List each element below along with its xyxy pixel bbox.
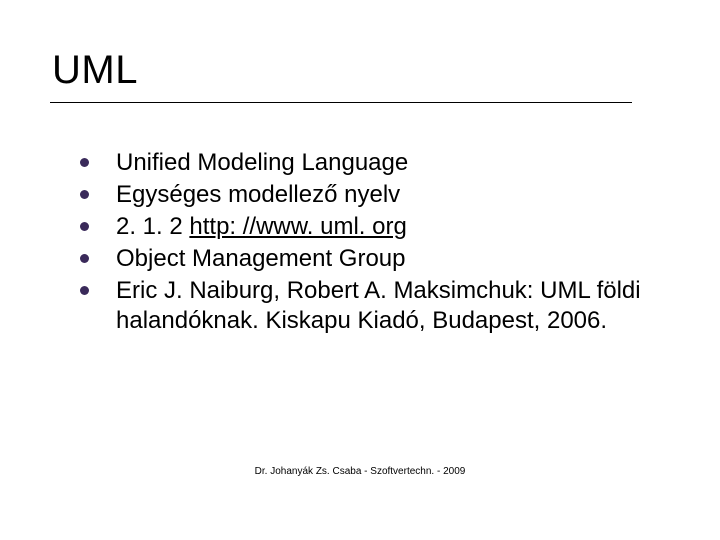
bullet-text: Eric J. Naiburg, Robert A. Maksimchuk: U… <box>116 277 641 334</box>
bullet-list: Unified Modeling Language Egységes model… <box>72 148 662 336</box>
slide-body: Unified Modeling Language Egységes model… <box>72 148 662 338</box>
list-item: Unified Modeling Language <box>72 148 662 178</box>
bullet-text-prefix: 2. 1. 2 <box>116 213 189 240</box>
title-underline <box>50 102 632 103</box>
slide-title: UML <box>52 48 138 93</box>
uml-org-link[interactable]: http: //www. uml. org <box>189 213 406 240</box>
list-item: Object Management Group <box>72 244 662 274</box>
slide: UML Unified Modeling Language Egységes m… <box>0 0 720 540</box>
bullet-text: Unified Modeling Language <box>116 149 408 176</box>
slide-footer: Dr. Johanyák Zs. Csaba - Szoftvertechn. … <box>0 466 720 477</box>
bullet-text: Object Management Group <box>116 245 406 272</box>
list-item: Eric J. Naiburg, Robert A. Maksimchuk: U… <box>72 276 662 336</box>
list-item: 2. 1. 2 http: //www. uml. org <box>72 212 662 242</box>
list-item: Egységes modellező nyelv <box>72 180 662 210</box>
bullet-text: Egységes modellező nyelv <box>116 181 400 208</box>
